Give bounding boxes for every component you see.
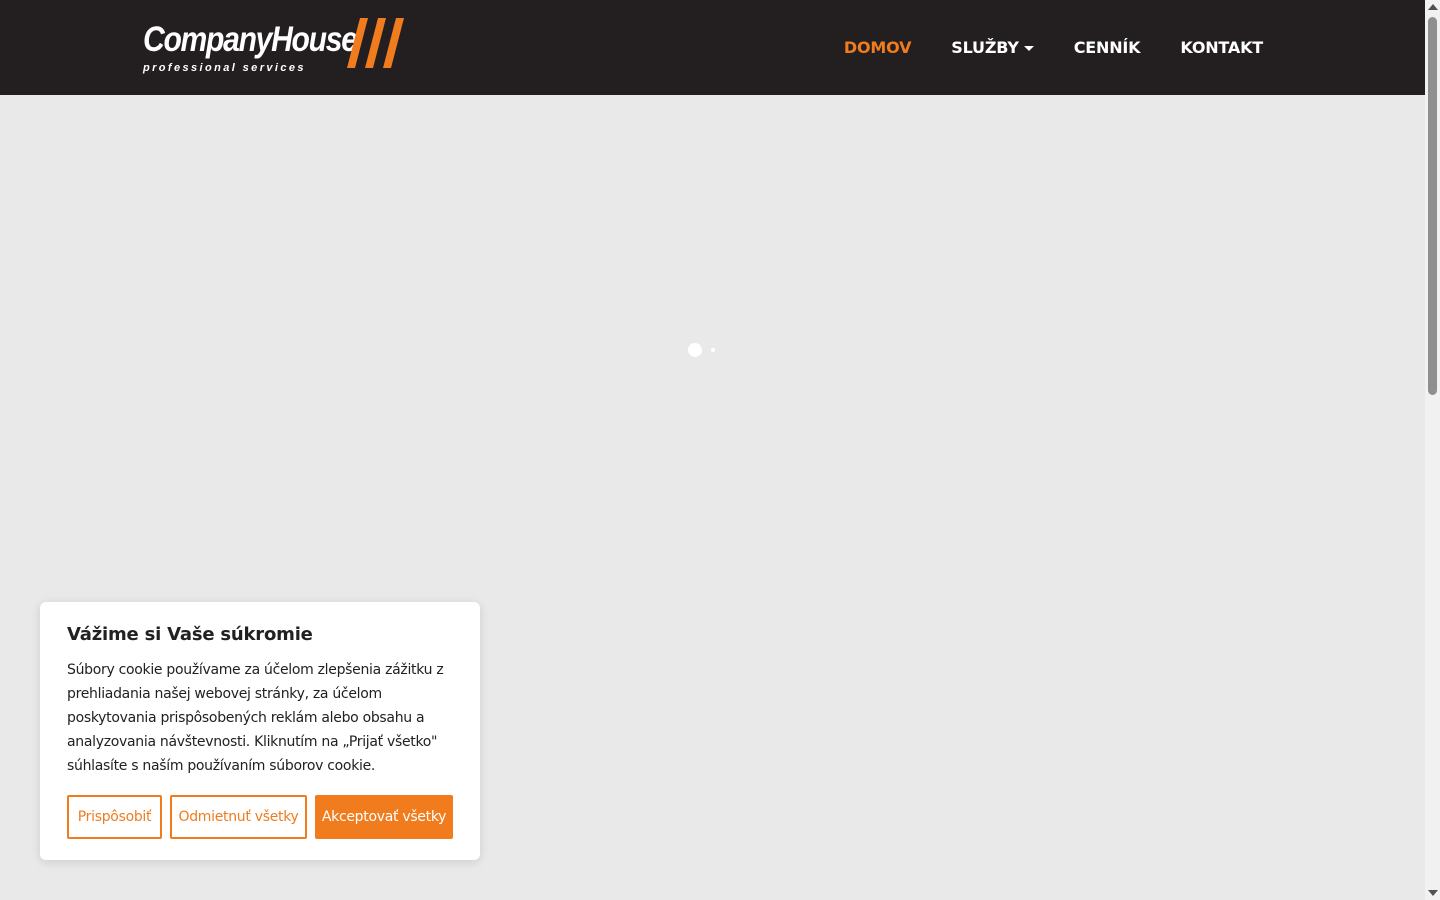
- nav-item-label: SLUŽBY: [951, 38, 1019, 57]
- nav-item-cennik[interactable]: CENNÍK: [1074, 38, 1141, 57]
- main-nav: DOMOV SLUŽBY CENNÍK KONTAKT: [804, 0, 1263, 95]
- cookie-banner-actions: Prispôsobiť Odmietnuť všetky Akceptovať …: [67, 795, 453, 839]
- caret-down-icon: [1023, 45, 1034, 51]
- slider-dot[interactable]: [711, 348, 715, 352]
- customize-button[interactable]: Prispôsobiť: [67, 795, 162, 839]
- scroll-down-arrow-icon[interactable]: [1428, 890, 1438, 896]
- nav-item-label: DOMOV: [843, 38, 912, 57]
- accept-all-button[interactable]: Akceptovať všetky: [315, 795, 453, 839]
- site-header: CompanyHouse professional services DOMOV…: [0, 0, 1425, 95]
- logo-wordmark: CompanyHouse: [143, 20, 358, 59]
- nav-item-label: KONTAKT: [1180, 38, 1263, 57]
- slider-dot-active[interactable]: [688, 343, 702, 357]
- nav-item-kontakt[interactable]: KONTAKT: [1180, 38, 1263, 57]
- scrollbar-thumb[interactable]: [1428, 17, 1437, 395]
- cookie-banner-title: Vážime si Vaše súkromie: [67, 624, 313, 645]
- cookie-banner-text: Súbory cookie používame za účelom zlepše…: [67, 662, 444, 774]
- cookie-consent-banner: Vážime si Vaše súkromie Súbory cookie po…: [40, 602, 480, 860]
- logo-tagline: professional services: [143, 62, 306, 74]
- page-scrollbar[interactable]: [1425, 0, 1440, 900]
- scroll-up-arrow-icon[interactable]: [1428, 4, 1438, 10]
- company-logo[interactable]: CompanyHouse professional services: [143, 18, 405, 78]
- nav-item-label: CENNÍK: [1073, 38, 1141, 57]
- nav-item-domov[interactable]: DOMOV: [843, 38, 912, 57]
- reject-all-button[interactable]: Odmietnuť všetky: [170, 795, 307, 839]
- logo-slashes-icon: [347, 18, 404, 68]
- slider-loading-dots: [688, 343, 718, 357]
- nav-item-sluzby[interactable]: SLUŽBY: [951, 38, 1034, 57]
